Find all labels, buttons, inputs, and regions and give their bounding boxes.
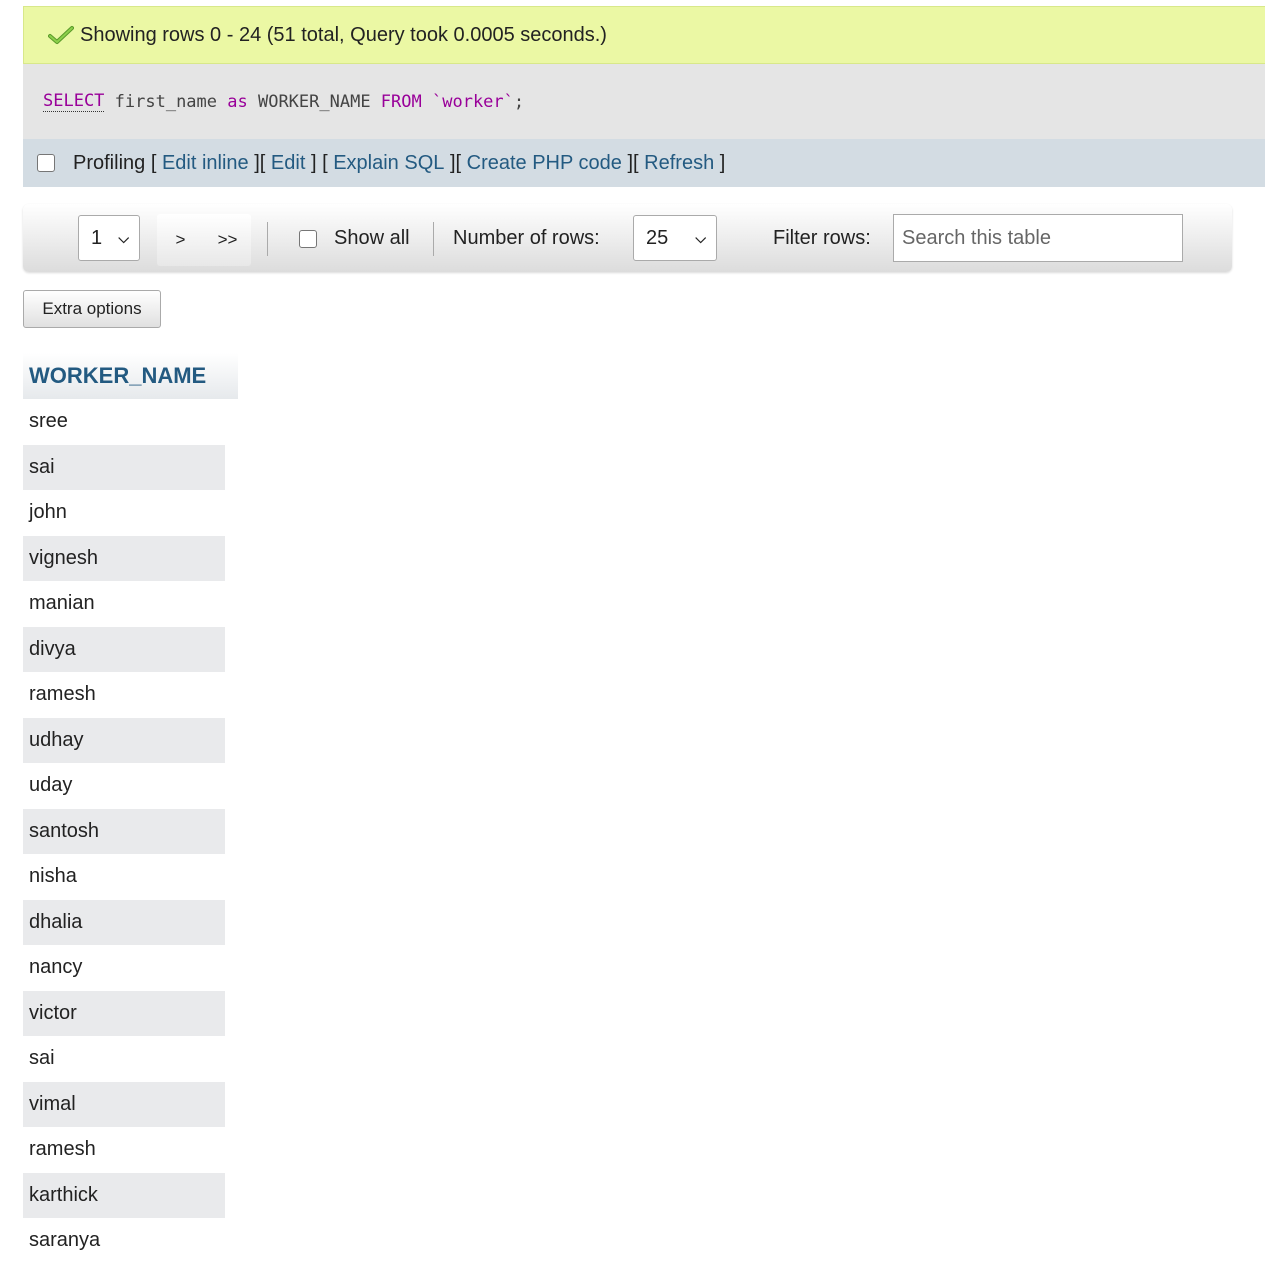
- profiling-label: Profiling: [73, 151, 146, 174]
- filter-rows-input[interactable]: [893, 214, 1183, 262]
- table-row[interactable]: john: [23, 490, 225, 536]
- table-row[interactable]: ramesh: [23, 672, 225, 718]
- table-row[interactable]: uday: [23, 763, 225, 809]
- number-of-rows-select[interactable]: 25 ⌵: [633, 215, 717, 261]
- results-table: sree sai john vignesh manian divya ramesh udhay…: [23, 399, 225, 1264]
- navigation-bar: 1 ⌵ > >> Show all Number of rows: 25 ⌵ F…: [23, 204, 1232, 272]
- table-row[interactable]: vimal: [23, 1081, 225, 1127]
- table-row[interactable]: sai: [23, 444, 225, 490]
- table-row[interactable]: sai: [23, 1036, 225, 1082]
- table-row[interactable]: karthick: [23, 1172, 225, 1218]
- checkmark-icon: [48, 26, 74, 44]
- table-row[interactable]: divya: [23, 626, 225, 672]
- table-row[interactable]: manian: [23, 581, 225, 627]
- edit-inline-link[interactable]: Edit inline: [162, 152, 249, 175]
- table-row[interactable]: victor: [23, 990, 225, 1036]
- profiling-checkbox[interactable]: [37, 154, 55, 172]
- table-row[interactable]: udhay: [23, 717, 225, 763]
- sql-table-name: `worker`: [432, 91, 514, 112]
- sql-query: SELECT first_name as WORKER_NAME FROM `w…: [23, 64, 1265, 139]
- explain-sql-link[interactable]: Explain SQL: [333, 152, 444, 175]
- success-text: Showing rows 0 - 24 (51 total, Query too…: [80, 23, 607, 46]
- table-row[interactable]: santosh: [23, 808, 225, 854]
- divider: [433, 222, 434, 256]
- chevron-down-icon: ⌵: [695, 229, 706, 246]
- table-row[interactable]: ramesh: [23, 1127, 225, 1173]
- table-row[interactable]: vignesh: [23, 535, 225, 581]
- column-header-worker-name[interactable]: WORKER_NAME: [23, 353, 238, 399]
- table-row[interactable]: nancy: [23, 945, 225, 991]
- show-all-label: Show all: [334, 227, 410, 249]
- extra-options-button[interactable]: Extra options: [23, 290, 161, 328]
- sql-select-keyword[interactable]: SELECT: [43, 91, 105, 112]
- chevron-down-icon: ⌵: [118, 229, 129, 246]
- show-all-checkbox[interactable]: [299, 230, 317, 248]
- divider: [267, 222, 268, 256]
- number-of-rows-label: Number of rows:: [453, 227, 600, 249]
- page-select[interactable]: 1 ⌵: [78, 215, 140, 261]
- table-row[interactable]: saranya: [23, 1218, 225, 1264]
- filter-rows-label: Filter rows:: [773, 227, 871, 249]
- last-page-button[interactable]: >>: [204, 230, 251, 250]
- next-page-button[interactable]: >: [157, 230, 204, 250]
- table-row[interactable]: dhalia: [23, 899, 225, 945]
- sql-options-bar: Profiling [ Edit inline ][ Edit ] [ Expl…: [23, 139, 1265, 187]
- edit-link[interactable]: Edit: [271, 152, 305, 175]
- table-row[interactable]: nisha: [23, 854, 225, 900]
- page-nav-buttons: > >>: [157, 214, 251, 266]
- success-message: Showing rows 0 - 24 (51 total, Query too…: [23, 6, 1265, 64]
- refresh-link[interactable]: Refresh: [644, 152, 714, 175]
- create-php-code-link[interactable]: Create PHP code: [467, 152, 622, 175]
- table-row[interactable]: sree: [23, 399, 225, 445]
